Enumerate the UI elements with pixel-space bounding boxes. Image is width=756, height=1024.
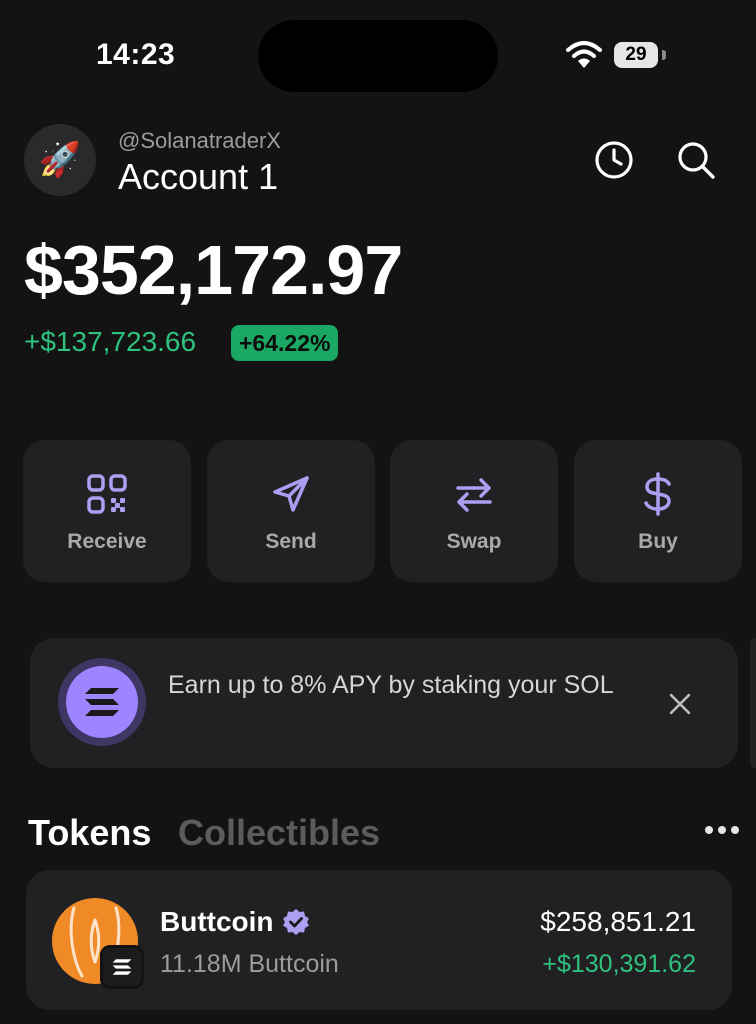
send-icon [273, 476, 309, 512]
swap-label: Swap [446, 530, 502, 553]
dynamic-island [258, 20, 498, 92]
verified-badge-icon [282, 909, 309, 935]
account-avatar[interactable]: 🚀 [24, 124, 96, 196]
more-options-icon[interactable] [704, 824, 740, 836]
wifi-icon [566, 41, 602, 68]
clock-icon [595, 141, 633, 179]
next-banner-peek [750, 638, 756, 768]
total-balance: $352,172.97 [24, 231, 403, 309]
send-label: Send [265, 530, 317, 553]
buy-button[interactable]: Buy [574, 440, 742, 582]
send-button[interactable]: Send [207, 440, 375, 582]
token-change: +$130,391.62 [542, 950, 696, 978]
receive-label: Receive [67, 530, 147, 553]
staking-banner-text: Earn up to 8% APY by staking your SOL [168, 671, 614, 699]
dollar-icon [644, 472, 671, 516]
status-time: 14:23 [96, 38, 176, 71]
solana-icon [85, 688, 119, 716]
battery-nub [662, 50, 666, 60]
receive-button[interactable]: Receive [23, 440, 191, 582]
token-name: Buttcoin [160, 906, 274, 937]
solana-badge [58, 658, 146, 746]
tab-tokens[interactable]: Tokens [28, 812, 151, 854]
token-value: $258,851.21 [540, 906, 696, 937]
swap-icon [456, 478, 492, 512]
token-name-row: Buttcoin [160, 906, 310, 938]
buy-label: Buy [638, 530, 678, 553]
chain-badge [100, 945, 144, 989]
solana-chain-icon [112, 959, 132, 975]
account-handle[interactable]: @SolanatraderX [118, 128, 281, 154]
swap-button[interactable]: Swap [390, 440, 558, 582]
battery-indicator: 29 [614, 42, 658, 68]
close-icon[interactable] [664, 688, 696, 720]
search-button[interactable] [674, 138, 718, 182]
token-amount: 11.18M Buttcoin [160, 950, 339, 978]
balance-change-percent-badge: +64.22% [231, 325, 339, 361]
tab-collectibles[interactable]: Collectibles [178, 812, 380, 854]
search-icon [678, 142, 715, 179]
qr-code-icon [87, 474, 127, 514]
history-button[interactable] [592, 138, 636, 182]
balance-change-value: +$137,723.66 [24, 326, 197, 357]
account-name[interactable]: Account 1 [118, 156, 278, 198]
